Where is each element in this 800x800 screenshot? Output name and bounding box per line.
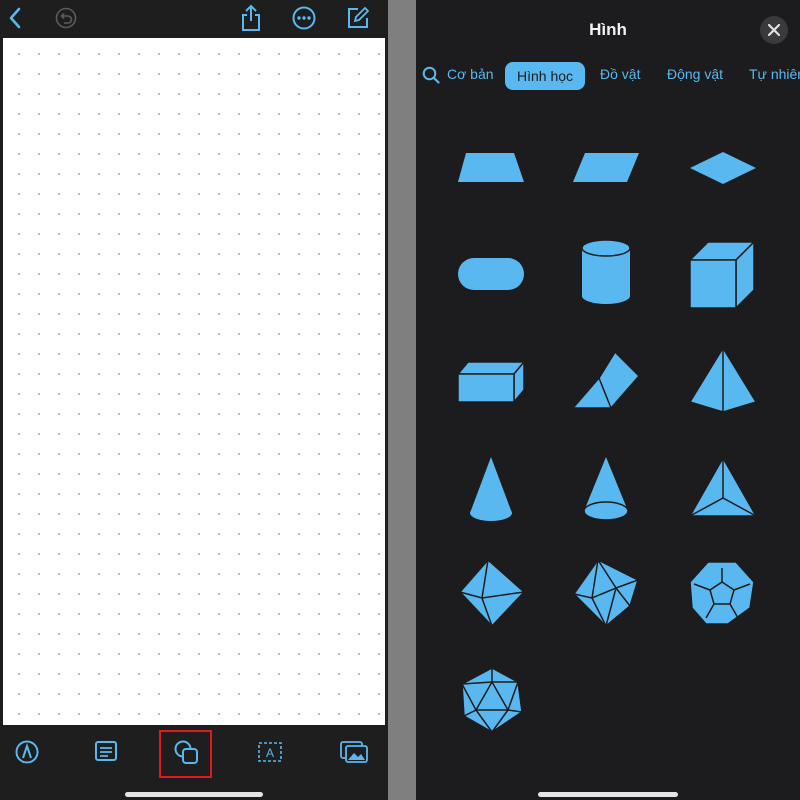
triangular-pyramid-shape[interactable] — [688, 456, 758, 518]
rectangular-prism-shape[interactable] — [456, 358, 528, 404]
shapes-panel: Hình Cơ bản Hình học Đồ vật Động vật Tự … — [416, 0, 800, 800]
cone-shape[interactable] — [468, 455, 514, 523]
tab-tu-nhien[interactable]: Tự nhiên — [749, 66, 800, 82]
search-icon[interactable] — [422, 66, 440, 84]
triangular-prism-shape[interactable] — [571, 350, 641, 412]
rhombus-shape[interactable] — [688, 150, 758, 186]
tab-dong-vat[interactable]: Động vật — [667, 66, 723, 82]
tab-co-ban[interactable]: Cơ bản — [447, 66, 494, 82]
svg-text:A: A — [266, 746, 274, 760]
text-box-icon[interactable] — [95, 741, 117, 761]
narrow-cone-shape[interactable] — [582, 455, 630, 523]
parallelogram-shape[interactable] — [571, 150, 641, 186]
tab-do-vat[interactable]: Đồ vật — [600, 66, 640, 82]
shapes-icon[interactable] — [174, 740, 200, 766]
top-toolbar — [0, 0, 388, 38]
more-icon[interactable] — [292, 6, 316, 30]
panel-title: Hình — [589, 20, 627, 39]
decahedron-shape[interactable] — [572, 558, 642, 628]
cube-shape[interactable] — [688, 238, 756, 310]
home-indicator — [538, 792, 678, 797]
home-indicator — [125, 792, 263, 797]
undo-icon[interactable] — [55, 7, 77, 29]
screen-divider — [388, 0, 416, 800]
trapezoid-shape[interactable] — [456, 150, 526, 186]
tab-hinh-hoc[interactable]: Hình học — [505, 62, 586, 90]
back-chevron-icon[interactable] — [6, 7, 24, 29]
media-icon[interactable] — [340, 741, 368, 763]
close-button[interactable] — [760, 16, 788, 44]
share-icon[interactable] — [240, 4, 262, 32]
stadium-shape[interactable] — [456, 255, 526, 293]
dodecahedron-shape[interactable] — [688, 560, 756, 626]
compose-icon[interactable] — [346, 6, 370, 30]
octahedron-shape[interactable] — [458, 558, 526, 628]
icosahedron-shape[interactable] — [460, 666, 524, 734]
cylinder-shape[interactable] — [579, 238, 633, 308]
category-tabs: Cơ bản Hình học Đồ vật Động vật Tự nhiên — [416, 62, 800, 92]
pen-icon[interactable] — [15, 740, 39, 764]
text-tool-icon[interactable]: A — [257, 741, 283, 763]
dotted-canvas[interactable] — [3, 38, 385, 725]
close-icon — [768, 24, 780, 36]
square-pyramid-shape[interactable] — [688, 346, 758, 414]
freeform-board-screen: A — [0, 0, 388, 800]
bottom-toolbar: A — [0, 725, 388, 800]
